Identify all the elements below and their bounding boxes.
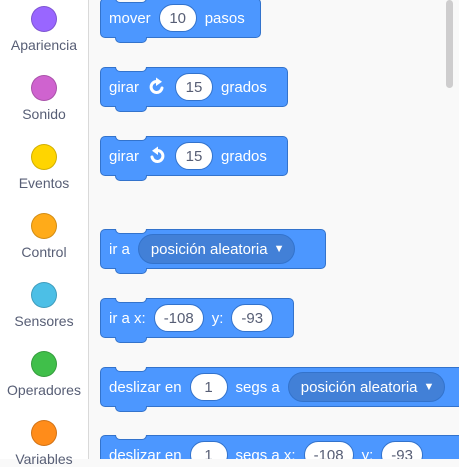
category-sensing[interactable]: Sensores <box>0 282 88 329</box>
control-color-dot <box>31 213 57 239</box>
glide-xy-block[interactable]: deslizar en 1 segs a x: -108 y: -93 <box>100 435 459 459</box>
category-label: Variables <box>15 451 73 467</box>
caret-down-icon: ▼ <box>423 381 435 393</box>
category-control[interactable]: Control <box>0 213 88 260</box>
move-steps-block[interactable]: mover 10 pasos <box>100 0 261 43</box>
seconds-input[interactable]: 1 <box>189 441 228 459</box>
block-label: mover <box>109 9 151 27</box>
target-dropdown[interactable]: posición aleatoria ▼ <box>287 372 446 402</box>
turn-right-block[interactable]: girar 15 grados <box>100 67 288 112</box>
degrees-input[interactable]: 15 <box>175 73 214 101</box>
block-palette: mover 10 pasos girar 15 grados girar 15 … <box>89 0 459 459</box>
go-to-xy-block[interactable]: ir a x: -108 y: -93 <box>100 298 294 343</box>
block-label: segs a <box>235 378 280 396</box>
sound-color-dot <box>31 75 57 101</box>
looks-color-dot <box>31 6 57 32</box>
steps-input[interactable]: 10 <box>158 4 197 32</box>
rotate-counterclockwise-icon <box>147 146 167 166</box>
block-label: grados <box>221 78 267 96</box>
block-label: ir a x: <box>109 309 146 327</box>
events-color-dot <box>31 144 57 170</box>
block-label: y: <box>211 309 224 327</box>
category-variables[interactable]: Variables <box>0 420 88 467</box>
dropdown-value: posición aleatoria <box>150 240 268 258</box>
x-input[interactable]: -108 <box>303 441 354 459</box>
block-label: deslizar en <box>109 378 182 396</box>
category-looks[interactable]: Apariencia <box>0 6 88 53</box>
block-label: girar <box>109 147 140 165</box>
category-label: Apariencia <box>10 37 78 53</box>
degrees-input[interactable]: 15 <box>175 142 214 170</box>
block-label: deslizar en <box>109 446 182 460</box>
y-input[interactable]: -93 <box>231 304 274 332</box>
palette-scrollbar[interactable] <box>446 0 453 88</box>
variables-color-dot <box>31 420 57 446</box>
block-label: y: <box>361 446 374 460</box>
category-label: Eventos <box>18 175 70 191</box>
block-label: segs a x: <box>235 446 296 460</box>
category-label: Sonido <box>22 106 66 122</box>
operators-color-dot <box>31 351 57 377</box>
block-label: grados <box>221 147 267 165</box>
category-sound[interactable]: Sonido <box>0 75 88 122</box>
category-label: Control <box>21 244 67 260</box>
rotate-clockwise-icon <box>147 77 167 97</box>
target-dropdown[interactable]: posición aleatoria ▼ <box>137 234 296 264</box>
sensing-color-dot <box>31 282 57 308</box>
turn-left-block[interactable]: girar 15 grados <box>100 136 288 181</box>
category-label: Operadores <box>7 382 81 398</box>
seconds-input[interactable]: 1 <box>189 373 228 401</box>
dropdown-value: posición aleatoria <box>300 378 418 396</box>
category-sidebar: Apariencia Sonido Eventos Control Sensor… <box>0 0 89 467</box>
category-label: Sensores <box>14 313 74 329</box>
caret-down-icon: ▼ <box>273 243 285 255</box>
x-input[interactable]: -108 <box>153 304 204 332</box>
go-to-block[interactable]: ir a posición aleatoria ▼ <box>100 229 326 274</box>
block-label: ir a <box>109 240 130 258</box>
category-operators[interactable]: Operadores <box>0 351 88 398</box>
glide-block[interactable]: deslizar en 1 segs a posición aleatoria … <box>100 367 459 412</box>
block-label: pasos <box>204 9 245 27</box>
block-label: girar <box>109 78 140 96</box>
y-input[interactable]: -93 <box>381 441 423 459</box>
category-events[interactable]: Eventos <box>0 144 88 191</box>
